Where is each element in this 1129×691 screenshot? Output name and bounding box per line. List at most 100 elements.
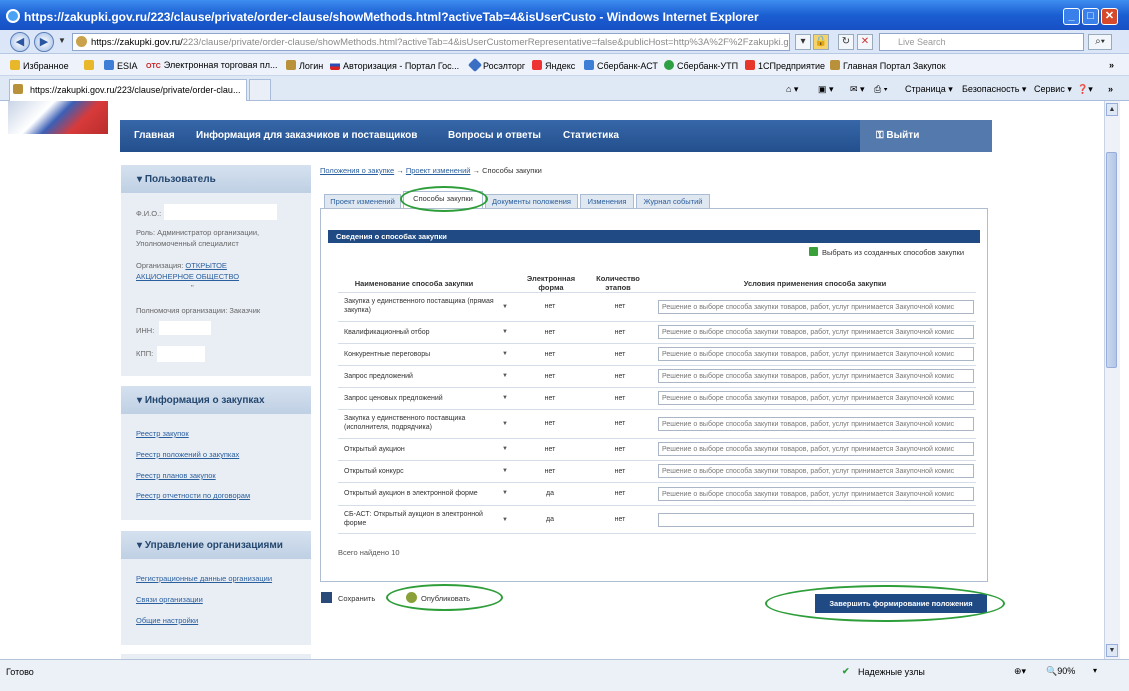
address-input[interactable]: https://zakupki.gov.ru/223/clause/privat… bbox=[72, 33, 790, 51]
user-panel-header[interactable]: ▾ Пользователь bbox=[121, 165, 311, 193]
more-favorites-icon[interactable]: » bbox=[1109, 60, 1114, 70]
chevron-down-icon: ▾ bbox=[137, 540, 145, 551]
address-dropdown-button[interactable]: ▾ bbox=[795, 34, 811, 50]
nav-home[interactable]: Главная bbox=[134, 130, 175, 141]
procurement-info-header[interactable]: ▾ Информация о закупках bbox=[121, 386, 311, 414]
org-link-2[interactable]: АКЦИОНЕРНОЕ ОБЩЕСТВО bbox=[136, 272, 239, 281]
forward-button[interactable]: ▶ bbox=[34, 32, 54, 52]
link-procurement-registry[interactable]: Реестр закупок bbox=[136, 429, 189, 438]
user-panel: ▾ Пользователь Ф.И.О.: Роль: Администрат… bbox=[121, 165, 311, 376]
management-panel: ▾ Управление организациями Регистрационн… bbox=[121, 531, 311, 645]
condition-field-empty[interactable] bbox=[658, 513, 974, 527]
nav-faq[interactable]: Вопросы и ответы bbox=[448, 130, 541, 141]
search-button[interactable]: ⌕▾ bbox=[1088, 34, 1112, 50]
url-path: 223/clause/private/order-clause/showMeth… bbox=[182, 37, 790, 48]
row-dropdown-icon[interactable]: ▼ bbox=[502, 373, 508, 379]
scroll-up-button[interactable]: ▲ bbox=[1106, 103, 1118, 116]
breadcrumb-regulations[interactable]: Положения о закупке bbox=[320, 166, 394, 175]
mail-icon[interactable]: ✉ ▾ bbox=[850, 84, 865, 95]
chevron-down-icon: ▾ bbox=[137, 174, 145, 185]
feeds-icon[interactable]: ▣ ▾ bbox=[818, 84, 834, 95]
fav-item-gosuslugi[interactable]: Авторизация - Портал Гос... bbox=[330, 60, 459, 71]
add-favorite-button[interactable] bbox=[84, 60, 97, 71]
fav-item-sberbank-utp[interactable]: Сбербанк-УТП bbox=[664, 60, 738, 71]
link-registration-data[interactable]: Регистрационные данные организации bbox=[136, 574, 272, 583]
condition-field[interactable]: Решение о выборе способа закупки товаров… bbox=[658, 487, 974, 501]
link-regulations-registry[interactable]: Реестр положений о закупках bbox=[136, 450, 239, 459]
tab-changes[interactable]: Изменения bbox=[580, 194, 634, 209]
browser-tab[interactable]: https://zakupki.gov.ru/223/clause/privat… bbox=[9, 79, 247, 101]
link-org-links[interactable]: Связи организации bbox=[136, 595, 203, 604]
condition-field[interactable]: Решение о выборе способа закупки товаров… bbox=[658, 347, 974, 361]
col-header-stages: Количество этапов bbox=[596, 274, 640, 292]
scroll-thumb[interactable] bbox=[1106, 152, 1117, 368]
fav-item-login[interactable]: Логин bbox=[286, 60, 323, 71]
row-dropdown-icon[interactable]: ▼ bbox=[502, 490, 508, 496]
nav-stats[interactable]: Статистика bbox=[563, 130, 619, 141]
home-icon[interactable]: ⌂ ▾ bbox=[786, 84, 798, 95]
condition-field[interactable]: Решение о выборе способа закупки товаров… bbox=[658, 391, 974, 405]
site-icon bbox=[76, 36, 87, 47]
tab-documents[interactable]: Документы положения bbox=[485, 194, 578, 209]
history-dropdown-icon[interactable]: ▼ bbox=[58, 36, 66, 45]
condition-field[interactable]: Решение о выборе способа закупки товаров… bbox=[658, 417, 974, 431]
close-window-button[interactable]: ✕ bbox=[1101, 8, 1118, 25]
fav-item-zakupki[interactable]: Главная Портал Закупок bbox=[830, 60, 946, 71]
back-button[interactable]: ◀ bbox=[10, 32, 30, 52]
nav-info[interactable]: Информация для заказчиков и поставщиков bbox=[196, 130, 417, 141]
row-dropdown-icon[interactable]: ▼ bbox=[502, 329, 508, 335]
logout-button[interactable]: ⚿ Выйти bbox=[860, 120, 992, 152]
fav-item-1c[interactable]: 1СПредприятие bbox=[745, 60, 825, 71]
stop-button[interactable]: ✕ bbox=[857, 34, 873, 50]
management-header[interactable]: ▾ Управление организациями bbox=[121, 531, 311, 559]
save-button[interactable]: Сохранить bbox=[321, 592, 375, 603]
row-dropdown-icon[interactable]: ▼ bbox=[502, 421, 508, 427]
row-dropdown-icon[interactable]: ▼ bbox=[502, 468, 508, 474]
fav-item-etp[interactable]: OTC Электронная торговая пл... bbox=[146, 60, 278, 70]
add-star-icon bbox=[84, 60, 94, 70]
condition-field[interactable]: Решение о выборе способа закупки товаров… bbox=[658, 464, 974, 478]
row-dropdown-icon[interactable]: ▼ bbox=[502, 395, 508, 401]
table-row: Квалификационный отбор ▼ нет нет Решение… bbox=[338, 321, 976, 343]
service-menu[interactable]: Сервис ▾ bbox=[1034, 84, 1072, 95]
tab-draft-changes[interactable]: Проект изменений bbox=[324, 194, 401, 209]
add-method-link[interactable]: Выбрать из созданных способов закупки bbox=[809, 247, 964, 257]
zoom-level[interactable]: 🔍90% bbox=[1046, 666, 1075, 677]
status-text: Готово bbox=[6, 667, 34, 677]
condition-field[interactable]: Решение о выборе способа закупки товаров… bbox=[658, 442, 974, 456]
scroll-down-button[interactable]: ▼ bbox=[1106, 644, 1118, 657]
tab-event-log[interactable]: Журнал событий bbox=[636, 194, 710, 209]
chevron-more-icon[interactable]: » bbox=[1108, 84, 1113, 94]
1c-icon bbox=[745, 60, 755, 70]
org-link[interactable]: ОТКРЫТОЕ bbox=[185, 261, 227, 270]
new-tab-button[interactable] bbox=[249, 79, 271, 101]
row-dropdown-icon[interactable]: ▼ bbox=[502, 517, 508, 523]
link-general-settings[interactable]: Общие настройки bbox=[136, 616, 198, 625]
link-plans-registry[interactable]: Реестр планов закупок bbox=[136, 471, 216, 480]
refresh-button[interactable]: ↻ bbox=[838, 34, 854, 50]
row-dropdown-icon[interactable]: ▼ bbox=[502, 351, 508, 357]
link-reports-registry[interactable]: Реестр отчетности по договорам bbox=[136, 491, 250, 500]
condition-field[interactable]: Решение о выборе способа закупки товаров… bbox=[658, 369, 974, 383]
fav-item-esia[interactable]: ESIA bbox=[104, 60, 138, 71]
help-icon[interactable]: ❓▾ bbox=[1077, 84, 1093, 95]
table-row: Открытый аукцион в электронной форме ▼ д… bbox=[338, 482, 976, 505]
favorites-button[interactable]: Избранное bbox=[10, 60, 69, 71]
search-input[interactable]: Live Search bbox=[879, 33, 1084, 51]
zoom-dropdown-icon[interactable]: ▾ bbox=[1093, 666, 1097, 675]
maximize-button[interactable]: □ bbox=[1082, 8, 1099, 25]
row-dropdown-icon[interactable]: ▼ bbox=[502, 446, 508, 452]
fav-item-sberbank-ast[interactable]: Сбербанк-АСТ bbox=[584, 60, 658, 71]
breadcrumb-draft[interactable]: Проект изменений bbox=[406, 166, 471, 175]
fav-item-yandex[interactable]: Яндекс bbox=[532, 60, 575, 71]
page-menu[interactable]: Страница ▾ bbox=[905, 84, 953, 95]
minimize-button[interactable]: _ bbox=[1063, 8, 1080, 25]
condition-field[interactable]: Решение о выборе способа закупки товаров… bbox=[658, 325, 974, 339]
lock-icon[interactable]: 🔒 bbox=[813, 34, 829, 50]
row-dropdown-icon[interactable]: ▼ bbox=[502, 304, 508, 310]
condition-field[interactable]: Решение о выборе способа закупки товаров… bbox=[658, 300, 974, 314]
protected-mode-icon[interactable]: ⊕▾ bbox=[1014, 666, 1026, 677]
security-menu[interactable]: Безопасность ▾ bbox=[962, 84, 1026, 95]
fav-item-roseltorg[interactable]: Росэлторг bbox=[467, 57, 525, 73]
print-icon[interactable]: ⎙ ▾ bbox=[874, 84, 887, 95]
